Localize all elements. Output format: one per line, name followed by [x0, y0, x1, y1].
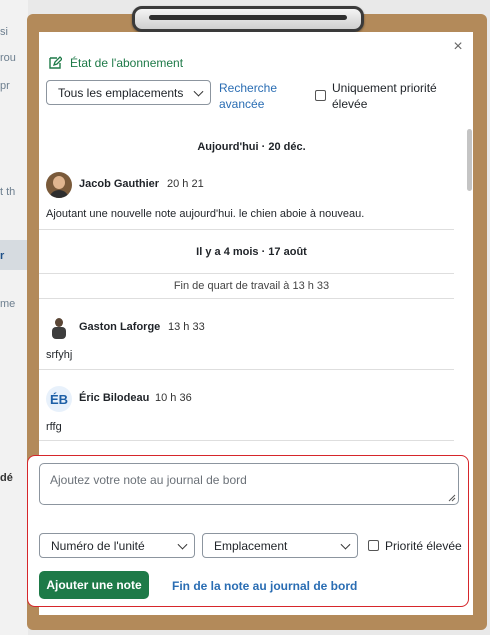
end-logbook-note-link[interactable]: Fin de la note au journal de bord	[172, 579, 357, 593]
chevron-down-icon	[340, 539, 351, 550]
background-text: r	[0, 250, 5, 262]
unit-number-select[interactable]: Numéro de l'unité	[39, 533, 195, 558]
background-text: rou	[0, 52, 16, 64]
divider	[39, 369, 454, 370]
note-time: 13 h 33	[168, 321, 205, 333]
divider	[39, 440, 454, 441]
background-text: pr	[0, 80, 10, 92]
chevron-down-icon	[177, 539, 188, 550]
high-priority-checkbox[interactable]	[368, 540, 379, 551]
background-text: me	[0, 298, 16, 310]
edit-note-icon	[49, 56, 62, 69]
note-time: 10 h 36	[155, 392, 192, 404]
note-time: 20 h 21	[167, 178, 204, 190]
background-text: dé	[0, 472, 13, 484]
note-text: srfyhj	[46, 349, 73, 361]
note-author: Jacob Gauthier	[79, 178, 160, 190]
close-icon[interactable]: ×	[451, 39, 465, 55]
avatar	[46, 172, 72, 198]
feed-scrollbar[interactable]	[467, 129, 472, 191]
priority-only-label: Uniquement priorité élevée	[332, 81, 437, 111]
unit-number-value: Numéro de l'unité	[51, 538, 145, 553]
avatar: ÉB	[46, 386, 72, 412]
divider	[39, 273, 454, 274]
note-author: Éric Bilodeau	[79, 392, 150, 404]
note-input[interactable]	[39, 463, 459, 505]
note-author: Gaston Laforge	[79, 321, 161, 333]
background-text: t th	[0, 186, 16, 198]
avatar	[46, 315, 72, 341]
date-heading: Aujourd'hui · 20 déc.	[197, 141, 306, 153]
location-filter-select[interactable]: Tous les emplacements	[46, 80, 211, 105]
high-priority-label: Priorité élevée	[385, 539, 462, 553]
divider	[39, 229, 454, 230]
shift-end-notice: Fin de quart de travail à 13 h 33	[173, 280, 330, 292]
background-sidebar	[0, 0, 28, 635]
location-filter-value: Tous les emplacements	[58, 85, 184, 100]
divider	[39, 298, 454, 299]
note-text: Ajoutant une nouvelle note aujourd'hui. …	[46, 208, 365, 220]
priority-only-checkbox[interactable]	[315, 90, 326, 101]
note-text: rffg	[46, 421, 62, 433]
date-heading: Il y a 4 mois · 17 août	[196, 246, 307, 258]
location-value: Emplacement	[214, 538, 288, 553]
note-composer: Numéro de l'unité Emplacement Priorité é…	[27, 455, 469, 607]
subscription-status-link[interactable]: État de l'abonnement	[48, 56, 183, 70]
logbook-feed[interactable]: Aujourd'hui · 20 déc. Jacob Gauthier 20 …	[39, 124, 473, 446]
chevron-down-icon	[193, 86, 204, 97]
advanced-search-link[interactable]: Recherche avancée	[219, 80, 277, 112]
subscription-status-label: État de l'abonnement	[70, 56, 184, 70]
add-note-button[interactable]: Ajouter une note	[39, 571, 149, 599]
location-select[interactable]: Emplacement	[202, 533, 358, 558]
clipboard-clip	[132, 6, 364, 32]
background-text: si	[0, 26, 8, 38]
resize-grip-icon[interactable]	[448, 494, 456, 502]
filters-row: Tous les emplacements Recherche avancée …	[46, 80, 465, 116]
